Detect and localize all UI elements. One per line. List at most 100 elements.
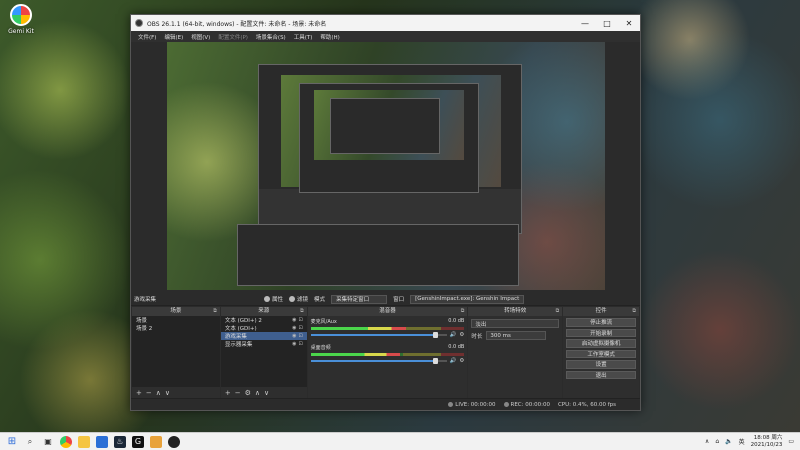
transitions-dock: 转场特效 ⧉ 淡出 时长 300 ms	[468, 307, 563, 398]
exit-button[interactable]: 退出	[566, 370, 636, 379]
channel-name: 桌面音频	[310, 345, 331, 351]
studio-mode-button[interactable]: 工作室模式	[566, 349, 636, 358]
duration-input[interactable]: 300 ms	[486, 331, 547, 340]
volume-slider[interactable]	[310, 332, 447, 338]
scene-list: 场景 场景 2	[132, 316, 220, 387]
start-recording-button[interactable]: 开始录制	[566, 328, 636, 337]
steam-icon[interactable]: ♨	[114, 435, 126, 448]
sources-dock: 来源 ⧉ 文本 (GDI+) 2 ◉ ⊡ 文本 (GDI+) ◉ ⊡ 游戏采集 ◉ ⊡ 显示器…	[220, 307, 307, 398]
gear-icon[interactable]: ⚙	[245, 389, 251, 397]
game-icon[interactable]: G	[132, 435, 144, 448]
source-item[interactable]: 游戏采集 ◉ ⊡	[220, 332, 307, 340]
settings-button[interactable]: 设置	[566, 360, 636, 369]
chrome-icon[interactable]	[60, 435, 72, 448]
live-status: LIVE: 00:00:00	[448, 401, 496, 408]
filters-button[interactable]: 滤镜	[289, 295, 308, 303]
menu-help[interactable]: 帮助(H)	[316, 33, 343, 41]
menu-scene-collection[interactable]: 场景集合(S)	[252, 33, 290, 41]
obs-logo-icon	[135, 19, 143, 27]
source-label: 显示器采集	[224, 342, 253, 348]
clock[interactable]: 18:08 周六 2021/10/23	[751, 435, 783, 449]
mode-label: 模式	[314, 297, 326, 303]
eye-icon[interactable]: ◉	[292, 341, 296, 347]
close-button[interactable]: ✕	[618, 15, 640, 31]
scenes-title: 场景	[170, 308, 182, 314]
float-icon[interactable]: ⧉	[461, 307, 465, 316]
float-icon[interactable]: ⧉	[213, 307, 217, 316]
taskbar: ⊞ ⌕ ▣ ♨ G ∧ ⌂ 🔈 英 18:08 周六 2021/10/23 ▭	[0, 432, 800, 450]
menu-profile[interactable]: 配置文件(P)	[214, 33, 252, 41]
controls-dock: 控件 ⧉ 停止推流 开始录制 启动虚拟摄像机 工作室模式 设置 退出	[563, 307, 639, 398]
lock-icon[interactable]: ⊡	[298, 333, 302, 339]
mixer-title: 混音器	[379, 308, 396, 314]
up-icon[interactable]: ∧	[255, 389, 260, 397]
menu-view[interactable]: 视图(V)	[187, 33, 214, 41]
float-icon[interactable]: ⧉	[632, 307, 636, 316]
system-tray: ∧ ⌂ 🔈 英 18:08 周六 2021/10/23 ▭	[705, 435, 800, 449]
add-icon[interactable]: +	[136, 389, 142, 397]
volume-icon[interactable]: 🔈	[725, 438, 732, 445]
clock-time: 18:08 周六	[753, 434, 783, 441]
float-icon[interactable]: ⧉	[556, 307, 560, 316]
obs-taskbar-icon[interactable]	[168, 435, 180, 448]
task-view-icon[interactable]: ▣	[42, 436, 54, 448]
virtual-camera-button[interactable]: 启动虚拟摄像机	[566, 339, 636, 348]
source-item[interactable]: 文本 (GDI+) ◉ ⊡	[221, 324, 307, 332]
rec-status: REC: 00:00:00	[503, 401, 550, 408]
chevron-up-icon[interactable]: ∧	[705, 438, 709, 445]
store-icon[interactable]	[96, 435, 108, 448]
transition-select[interactable]: 淡出	[471, 319, 560, 328]
mixer-channels: 麦克风/Aux 0.0 dB 🔊 ⚙ 桌面音频 0.0 dB 🔊 ⚙	[307, 316, 468, 398]
scene-item[interactable]: 场景	[132, 316, 220, 324]
gear-icon[interactable]: ⚙	[459, 358, 464, 364]
up-icon[interactable]: ∧	[156, 389, 161, 397]
folder-icon[interactable]	[78, 435, 90, 448]
down-icon[interactable]: ∨	[165, 389, 170, 397]
app-icon[interactable]	[150, 435, 162, 448]
speaker-icon[interactable]: 🔊	[450, 332, 457, 338]
gear-icon[interactable]: ⚙	[459, 332, 464, 338]
float-icon[interactable]: ⧉	[300, 307, 304, 316]
start-icon[interactable]: ⊞	[6, 436, 18, 448]
speaker-icon[interactable]: 🔊	[450, 358, 457, 364]
lock-icon[interactable]: ⊡	[298, 325, 302, 331]
notification-icon[interactable]: ▭	[788, 438, 794, 445]
preview-canvas[interactable]	[167, 42, 605, 290]
volume-slider[interactable]	[310, 358, 447, 364]
mixer-channel: 麦克风/Aux 0.0 dB 🔊 ⚙	[308, 316, 468, 342]
app-shortcut-icon	[10, 4, 32, 26]
menu-edit[interactable]: 编辑(E)	[160, 33, 187, 41]
scene-item[interactable]: 场景 2	[132, 324, 220, 332]
source-item[interactable]: 显示器采集 ◉ ⊡	[221, 340, 307, 348]
channel-db: 0.0 dB	[448, 344, 465, 350]
source-item[interactable]: 文本 (GDI+) 2 ◉ ⊡	[221, 316, 307, 324]
search-icon[interactable]: ⌕	[24, 436, 36, 448]
lock-icon[interactable]: ⊡	[298, 317, 302, 323]
add-icon[interactable]: +	[225, 389, 231, 397]
duration-label: 时长	[471, 333, 483, 340]
network-icon[interactable]: ⌂	[715, 438, 719, 445]
eye-icon[interactable]: ◉	[292, 325, 296, 331]
source-list: 文本 (GDI+) 2 ◉ ⊡ 文本 (GDI+) ◉ ⊡ 游戏采集 ◉ ⊡ 显示器采集 ◉ ⊡	[220, 316, 307, 387]
eye-icon[interactable]: ◉	[292, 333, 296, 339]
lock-icon[interactable]: ⊡	[298, 341, 302, 347]
level-meter	[310, 327, 465, 330]
menu-tools[interactable]: 工具(T)	[290, 33, 317, 41]
properties-button[interactable]: 属性	[264, 295, 283, 303]
down-icon[interactable]: ∨	[264, 389, 269, 397]
mode-select[interactable]: 采集特定窗口	[331, 294, 388, 304]
window-select[interactable]: [GenshinImpact.exe]: Genshin Impact	[410, 294, 525, 304]
remove-icon[interactable]: −	[235, 389, 241, 397]
desktop-shortcut[interactable]: Gemi Kit	[4, 4, 38, 35]
cpu-status: CPU: 0.4%, 60.00 fps	[557, 401, 616, 408]
remove-icon[interactable]: −	[146, 389, 152, 397]
level-meter	[310, 353, 465, 356]
title-bar[interactable]: OBS 26.1.1 (64-bit, windows) - 配置文件: 未命名…	[131, 15, 640, 31]
input-language[interactable]: 英	[739, 437, 745, 446]
menu-file[interactable]: 文件(F)	[134, 33, 160, 41]
eye-icon[interactable]: ◉	[292, 317, 296, 323]
maximize-button[interactable]: □	[596, 15, 618, 31]
minimize-button[interactable]: —	[574, 15, 596, 31]
stop-streaming-button[interactable]: 停止推流	[566, 318, 636, 327]
gear-icon	[264, 296, 271, 302]
